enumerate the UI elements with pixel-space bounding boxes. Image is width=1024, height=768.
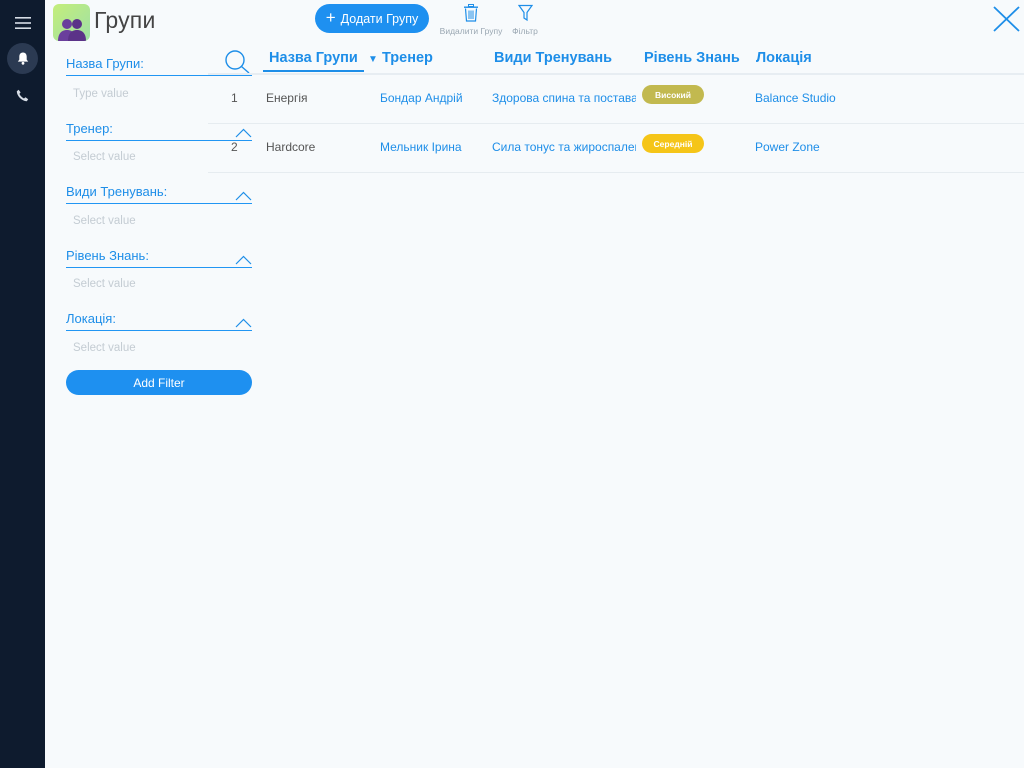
filter-group-name-input[interactable]: Type value [73, 88, 129, 100]
table-header: Назва Групи ▼ Тренер Види Тренувань Ріве… [208, 44, 1024, 75]
filter-location-select[interactable]: Select value [73, 342, 136, 354]
chevron-up-icon[interactable] [235, 255, 252, 265]
filter-level-select[interactable]: Select value [73, 278, 136, 290]
training-types-link[interactable]: Сила тонус та жироспалення [492, 140, 636, 154]
add-group-label: Додати Групу [340, 11, 419, 26]
menu-icon[interactable] [7, 7, 38, 38]
level-badge: Високий [642, 85, 704, 104]
add-filter-button[interactable]: Add Filter [66, 370, 252, 395]
chevron-up-icon[interactable] [235, 191, 252, 201]
group-icon [53, 4, 90, 41]
filter-button[interactable]: Фільтр [508, 4, 542, 36]
column-header-location[interactable]: Локація [756, 50, 812, 66]
column-header-name[interactable]: Назва Групи [263, 50, 364, 72]
filter-coach-select[interactable]: Select value [73, 151, 136, 163]
group-name-cell: Енергія [266, 91, 308, 105]
column-header-types[interactable]: Види Тренувань [494, 50, 612, 66]
filter-training-types[interactable]: Види Тренувань: [66, 176, 252, 204]
sort-down-icon[interactable]: ▼ [368, 54, 378, 65]
coach-link[interactable]: Мельник Ірина [380, 140, 486, 154]
level-badge: Середній [642, 134, 704, 153]
close-icon[interactable] [990, 4, 1022, 34]
group-name-cell: Hardcore [266, 140, 316, 154]
filter-level-label: Рівень Знань: [66, 248, 149, 263]
coach-link[interactable]: Бондар Андрій [380, 91, 486, 105]
filter-training-types-select[interactable]: Select value [73, 215, 136, 227]
column-header-coach[interactable]: Тренер [382, 50, 433, 66]
filter-location[interactable]: Локація: [66, 303, 252, 331]
filter-label: Фільтр [512, 26, 538, 36]
left-rail [0, 0, 45, 768]
filter-level[interactable]: Рівень Знань: [66, 240, 252, 268]
page-title: Групи [94, 7, 156, 33]
phone-icon[interactable] [7, 80, 38, 111]
filter-location-label: Локація: [66, 311, 116, 326]
plus-icon: + [325, 8, 336, 27]
filter-training-types-label: Види Тренувань: [66, 184, 168, 199]
location-link[interactable]: Power Zone [755, 140, 820, 154]
filter-coach-label: Тренер: [66, 121, 113, 136]
chevron-up-icon[interactable] [235, 318, 252, 328]
table-row[interactable]: Hardcore Мельник Ірина Сила тонус та жир… [208, 124, 1024, 173]
location-link[interactable]: Balance Studio [755, 91, 836, 105]
delete-group-label: Видалити Групу [439, 26, 503, 36]
delete-group-button[interactable]: Видалити Групу [438, 4, 504, 36]
add-group-button[interactable]: + Додати Групу [315, 4, 429, 33]
trash-icon [464, 4, 478, 22]
training-types-link[interactable]: Здорова спина та постава [492, 91, 636, 105]
bell-icon[interactable] [7, 43, 38, 74]
filter-group-name-label: Назва Групи: [66, 56, 144, 71]
column-header-level[interactable]: Рівень Знань [644, 50, 740, 66]
funnel-icon [517, 4, 533, 22]
table-row[interactable]: Енергія Бондар Андрій Здорова спина та п… [208, 75, 1024, 124]
